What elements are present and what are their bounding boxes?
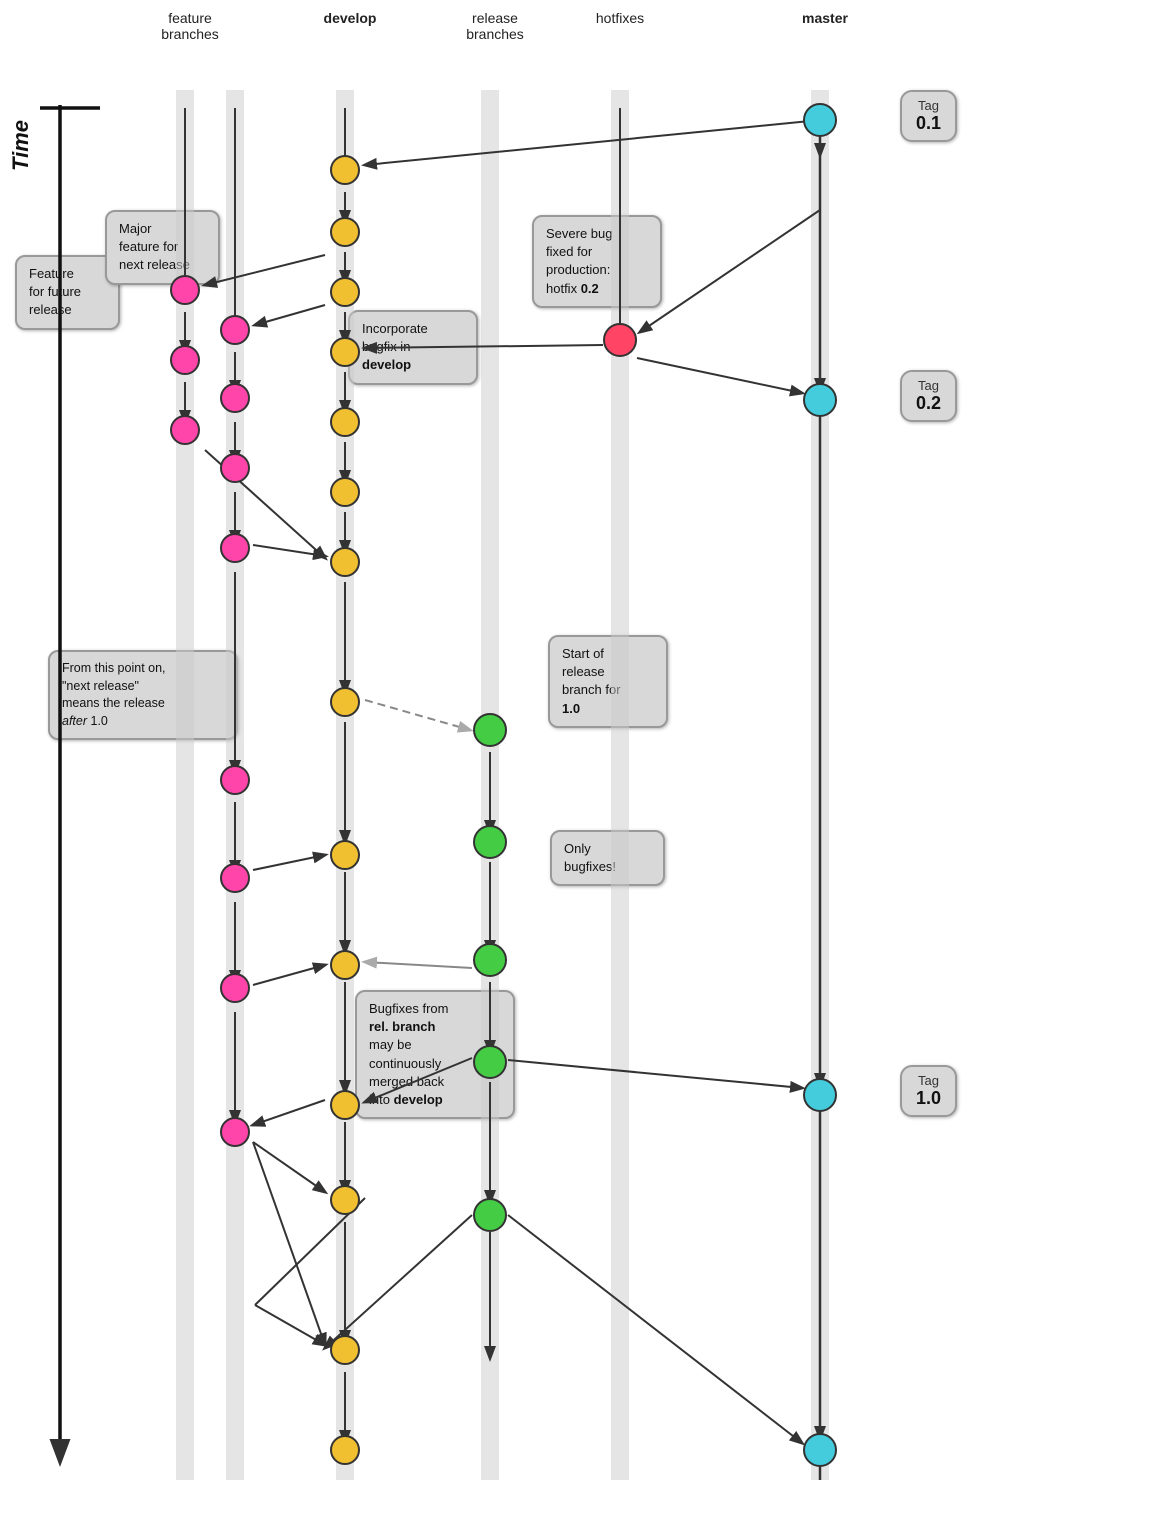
node-release-1 [474,714,506,746]
node-develop-8 [331,688,359,716]
main-svg [0,0,1150,1524]
node-feature2-7 [221,974,249,1002]
diagram: featurebranches develop releasebranches … [0,0,1150,1524]
node-develop-14 [331,1436,359,1464]
node-develop-3 [331,278,359,306]
node-feature2-8 [221,1118,249,1146]
node-feature1-3 [171,416,199,444]
node-feature2-5 [221,766,249,794]
node-develop-10 [331,951,359,979]
node-master-2 [804,384,836,416]
node-release-5 [474,1199,506,1231]
node-feature2-2 [221,384,249,412]
node-develop-9 [331,841,359,869]
node-release-3 [474,944,506,976]
node-feature1-1 [171,276,199,304]
node-develop-13 [331,1336,359,1364]
node-release-4 [474,1046,506,1078]
node-master-4 [804,1434,836,1466]
node-develop-4 [331,338,359,366]
node-feature2-4 [221,534,249,562]
node-release-2 [474,826,506,858]
node-hotfix-1 [604,324,636,356]
node-develop-5 [331,408,359,436]
node-master-1 [804,104,836,136]
node-develop-1 [331,156,359,184]
node-develop-6 [331,478,359,506]
node-develop-11 [331,1091,359,1119]
node-feature2-1 [221,316,249,344]
node-develop-7 [331,548,359,576]
node-feature2-6 [221,864,249,892]
node-feature1-2 [171,346,199,374]
node-feature2-3 [221,454,249,482]
node-develop-12 [331,1186,359,1214]
node-master-3 [804,1079,836,1111]
node-develop-2 [331,218,359,246]
